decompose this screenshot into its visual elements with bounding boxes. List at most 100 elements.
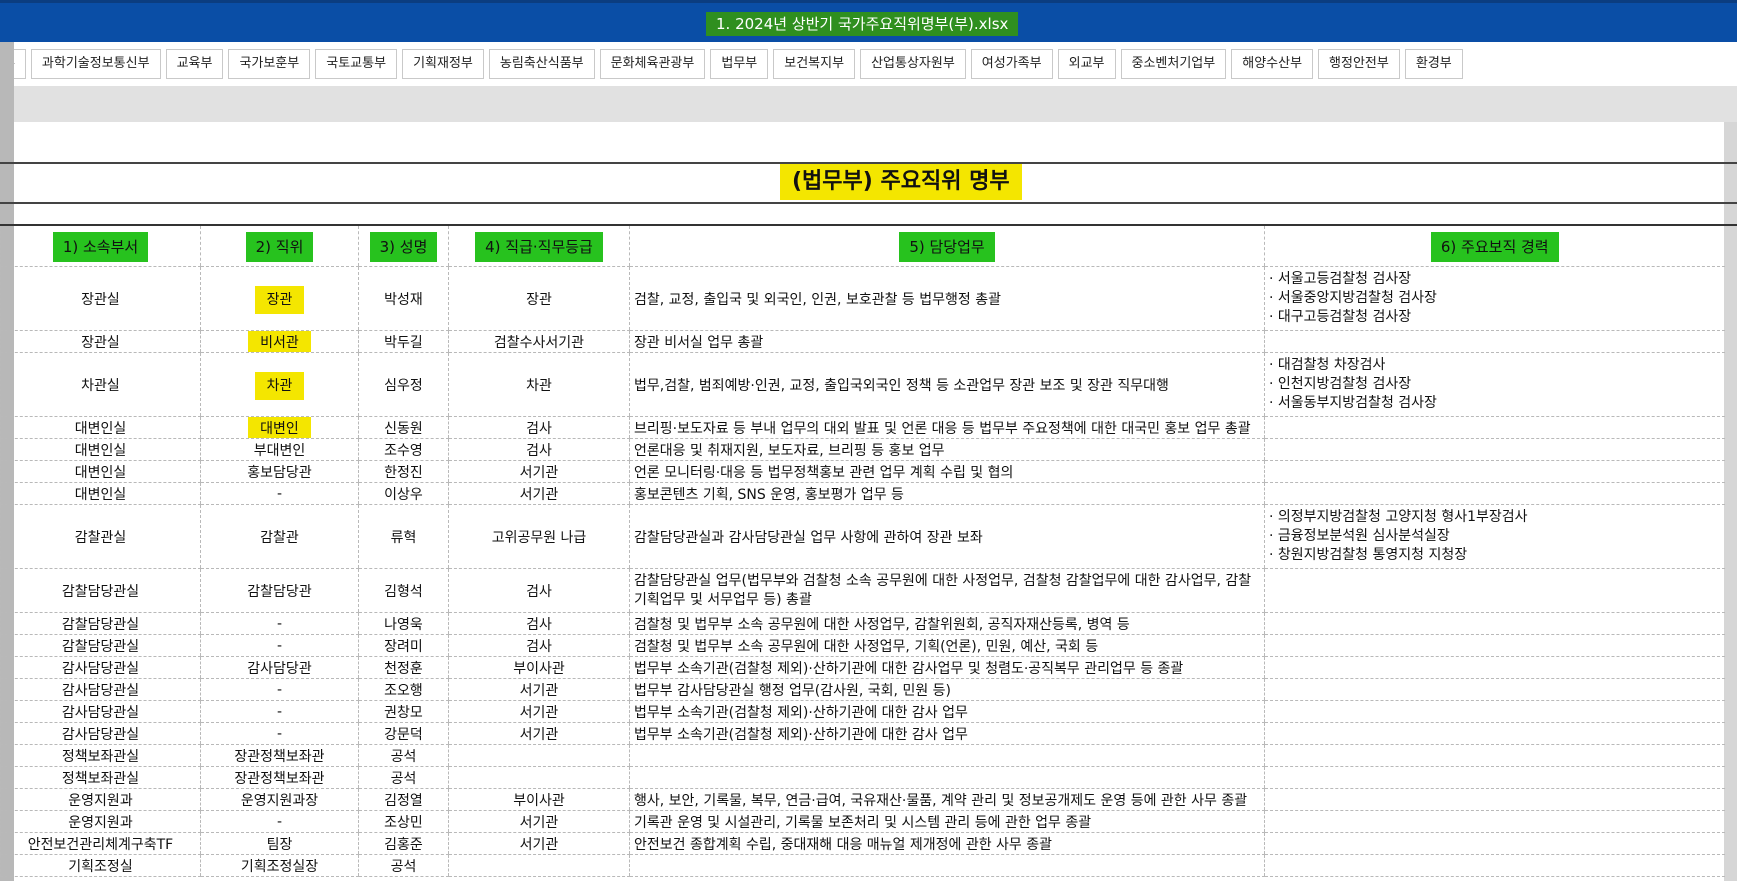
cell-duty[interactable]: 법무부 소속기관(검찰청 제외)·산하기관에 대한 감사업무 및 청렴도·공직복… bbox=[629, 656, 1265, 679]
sheet-tab[interactable]: 보건복지부 bbox=[773, 49, 856, 79]
cell-duty[interactable]: 행사, 보안, 기록물, 복무, 연금·급여, 국유재산·물품, 계약 관리 및… bbox=[629, 788, 1265, 811]
cell-career[interactable] bbox=[1264, 568, 1725, 613]
cell-name[interactable]: 나영욱 bbox=[358, 612, 449, 635]
header-dept[interactable]: 1) 소속부서 bbox=[0, 226, 201, 267]
cell-dept[interactable]: 차관실 bbox=[0, 352, 201, 417]
cell-grade[interactable]: 검사 bbox=[448, 612, 630, 635]
cell-dept[interactable]: 감찰담당관실 bbox=[0, 612, 201, 635]
cell-dept[interactable]: 장관실 bbox=[0, 266, 201, 331]
sheet-tab[interactable]: 산업통상자원부 bbox=[860, 49, 966, 79]
cell-name[interactable]: 조수영 bbox=[358, 438, 449, 461]
cell-name[interactable]: 공석 bbox=[358, 744, 449, 767]
cell-name[interactable]: 신동원 bbox=[358, 416, 449, 439]
sheet-tab[interactable]: 과학기술정보통신부 bbox=[30, 49, 161, 79]
cell-name[interactable]: 권창모 bbox=[358, 700, 449, 723]
cell-career[interactable] bbox=[1264, 854, 1725, 877]
cell-grade[interactable] bbox=[448, 744, 630, 767]
cell-grade[interactable]: 서기관 bbox=[448, 678, 630, 701]
cell-position[interactable]: - bbox=[200, 612, 359, 635]
cell-career[interactable] bbox=[1264, 460, 1725, 483]
cell-position[interactable]: 홍보담당관 bbox=[200, 460, 359, 483]
cell-position[interactable]: 감찰관 bbox=[200, 504, 359, 569]
cell-career[interactable] bbox=[1264, 634, 1725, 657]
cell-grade[interactable]: 서기관 bbox=[448, 722, 630, 745]
sheet-tab[interactable]: 중소벤처기업부 bbox=[1120, 49, 1227, 79]
cell-grade[interactable]: 장관 bbox=[448, 266, 630, 331]
cell-dept[interactable]: 운영지원과 bbox=[0, 810, 201, 833]
cell-position[interactable]: 감사담당관 bbox=[200, 656, 359, 679]
cell-name[interactable]: 천정훈 bbox=[358, 656, 449, 679]
cell-grade[interactable]: 고위공무원 나급 bbox=[448, 504, 630, 569]
cell-career[interactable]: · 대검찰청 차장검사 · 인천지방검찰청 검사장 · 서울동부지방검찰청 검사장 bbox=[1264, 352, 1725, 417]
cell-dept[interactable]: 정책보좌관실 bbox=[0, 744, 201, 767]
cell-position[interactable]: 차관 bbox=[200, 352, 359, 417]
cell-grade[interactable]: 부이사관 bbox=[448, 656, 630, 679]
cell-grade[interactable]: 서기관 bbox=[448, 482, 630, 505]
cell-grade[interactable]: 검사 bbox=[448, 416, 630, 439]
cell-name[interactable]: 한정진 bbox=[358, 460, 449, 483]
cell-career[interactable] bbox=[1264, 482, 1725, 505]
cell-career[interactable] bbox=[1264, 416, 1725, 439]
cell-dept[interactable]: 감사담당관실 bbox=[0, 656, 201, 679]
cell-name[interactable]: 공석 bbox=[358, 854, 449, 877]
cell-position[interactable]: 장관정책보좌관 bbox=[200, 744, 359, 767]
cell-duty[interactable]: 감찰담당관실 업무(법무부와 검찰청 소속 공무원에 대한 사정업무, 검찰청 … bbox=[629, 568, 1265, 613]
cell-duty[interactable]: 검찰청 및 법무부 소속 공무원에 대한 사정업무, 기획(언론), 민원, 예… bbox=[629, 634, 1265, 657]
cell-name[interactable]: 김정열 bbox=[358, 788, 449, 811]
cell-career[interactable]: · 의정부지방검찰청 고양지청 형사1부장검사 · 금융정보분석원 심사분석실장 ·… bbox=[1264, 504, 1725, 569]
sheet-tab[interactable]: 해양수산부 bbox=[1231, 49, 1314, 79]
cell-duty[interactable]: 법무,검찰, 범죄예방·인권, 교정, 출입국외국인 정책 등 소관업무 장관 … bbox=[629, 352, 1265, 417]
cell-name[interactable]: 박두길 bbox=[358, 330, 449, 353]
cell-name[interactable]: 조상민 bbox=[358, 810, 449, 833]
cell-duty[interactable] bbox=[629, 854, 1265, 877]
cell-duty[interactable]: 법무부 소속기관(검찰청 제외)·산하기관에 대한 감사 업무 bbox=[629, 722, 1265, 745]
sheet-tab[interactable]: 교육부 bbox=[165, 49, 224, 79]
cell-position[interactable]: 장관 bbox=[200, 266, 359, 331]
header-name[interactable]: 3) 성명 bbox=[358, 226, 449, 267]
cell-career[interactable] bbox=[1264, 700, 1725, 723]
cell-duty[interactable]: 법무부 감사담당관실 행정 업무(감사원, 국회, 민원 등) bbox=[629, 678, 1265, 701]
cell-grade[interactable]: 서기관 bbox=[448, 700, 630, 723]
cell-career[interactable] bbox=[1264, 788, 1725, 811]
cell-position[interactable]: - bbox=[200, 678, 359, 701]
cell-grade[interactable]: 검사 bbox=[448, 634, 630, 657]
cell-career[interactable] bbox=[1264, 722, 1725, 745]
cell-dept[interactable]: 감사담당관실 bbox=[0, 678, 201, 701]
cell-duty[interactable]: 브리핑·보도자료 등 부내 업무의 대외 발표 및 언론 대응 등 법무부 주요… bbox=[629, 416, 1265, 439]
cell-name[interactable]: 이상우 bbox=[358, 482, 449, 505]
cell-name[interactable]: 심우정 bbox=[358, 352, 449, 417]
cell-duty[interactable] bbox=[629, 766, 1265, 789]
cell-dept[interactable]: 대변인실 bbox=[0, 438, 201, 461]
cell-name[interactable]: 김홍준 bbox=[358, 832, 449, 855]
cell-name[interactable]: 조오행 bbox=[358, 678, 449, 701]
cell-position[interactable]: 운영지원과장 bbox=[200, 788, 359, 811]
cell-duty[interactable]: 장관 비서실 업무 총괄 bbox=[629, 330, 1265, 353]
header-grade[interactable]: 4) 직급·직무등급 bbox=[448, 226, 630, 267]
cell-position[interactable]: - bbox=[200, 700, 359, 723]
cell-dept[interactable]: 장관실 bbox=[0, 330, 201, 353]
sheet-tab[interactable]: 행정안전부 bbox=[1318, 49, 1400, 79]
cell-career[interactable] bbox=[1264, 612, 1725, 635]
cell-grade[interactable]: 검사 bbox=[448, 438, 630, 461]
cell-dept[interactable]: 대변인실 bbox=[0, 460, 201, 483]
sheet-tab[interactable]: 농림축산식품부 bbox=[488, 49, 595, 79]
header-position[interactable]: 2) 직위 bbox=[200, 226, 359, 267]
cell-career[interactable] bbox=[1264, 832, 1725, 855]
cell-dept[interactable]: 정책보좌관실 bbox=[0, 766, 201, 789]
cell-duty[interactable]: 검찰청 및 법무부 소속 공무원에 대한 사정업무, 감찰위원회, 공직자재산등… bbox=[629, 612, 1265, 635]
cell-grade[interactable]: 검사 bbox=[448, 568, 630, 613]
sheet-tab[interactable]: 기획재정부 bbox=[402, 49, 484, 79]
cell-duty[interactable]: 언론대응 및 취재지원, 보도자료, 브리핑 등 홍보 업무 bbox=[629, 438, 1265, 461]
sheet-tab[interactable]: 여성가족부 bbox=[970, 49, 1053, 79]
cell-career[interactable] bbox=[1264, 766, 1725, 789]
cell-position[interactable]: 대변인 bbox=[200, 416, 359, 439]
cell-duty[interactable]: 감찰담당관실과 감사담당관실 업무 사항에 관하여 장관 보좌 bbox=[629, 504, 1265, 569]
cell-position[interactable]: 감찰담당관 bbox=[200, 568, 359, 613]
cell-dept[interactable]: 감사담당관실 bbox=[0, 700, 201, 723]
cell-dept[interactable]: 안전보건관리체계구축TF bbox=[0, 832, 201, 855]
sheet-tab[interactable]: 환경부 bbox=[1404, 49, 1463, 79]
cell-name[interactable]: 김형석 bbox=[358, 568, 449, 613]
cell-career[interactable] bbox=[1264, 678, 1725, 701]
cell-career[interactable] bbox=[1264, 744, 1725, 767]
cell-grade[interactable]: 부이사관 bbox=[448, 788, 630, 811]
